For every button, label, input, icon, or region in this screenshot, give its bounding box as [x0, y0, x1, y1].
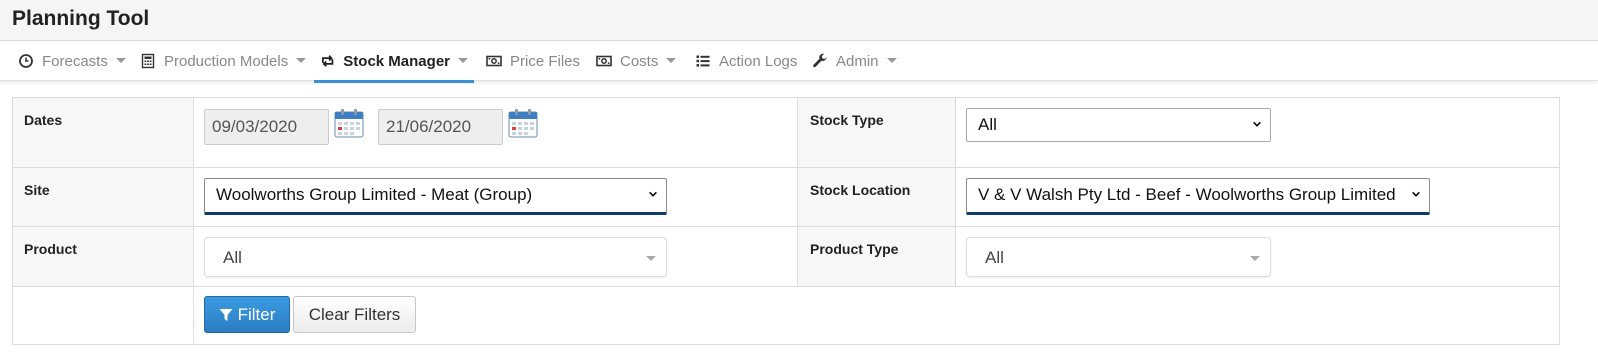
filter-panel: Dates Stock Type All — [12, 97, 1560, 345]
label-cell: Dates — [13, 98, 194, 167]
site-label: Site — [24, 182, 50, 198]
calculator-icon — [141, 53, 155, 69]
label-cell — [13, 287, 194, 344]
label-cell: Product — [13, 227, 194, 286]
stock-location-label: Stock Location — [810, 182, 911, 198]
stock-type-label: Stock Type — [810, 112, 884, 128]
label-cell: Site — [13, 168, 194, 226]
clock-icon — [19, 54, 33, 68]
site-select[interactable]: Woolworths Group Limited - Meat (Group) — [204, 178, 667, 215]
nav-item-admin[interactable]: Admin — [806, 41, 903, 81]
product-value: All — [223, 248, 242, 267]
product-label: Product — [24, 241, 77, 257]
wrench-icon — [813, 53, 827, 68]
product-type-value: All — [985, 248, 1004, 267]
dates-label: Dates — [24, 112, 63, 128]
caret-down-icon — [1250, 256, 1260, 261]
nav-label: Production Models — [164, 52, 289, 70]
nav-item-stock-manager[interactable]: Stock Manager — [314, 41, 474, 83]
nav-item-forecasts[interactable]: Forecasts — [12, 41, 132, 81]
nav-label: Price Files — [510, 52, 581, 70]
filter-row-actions: Filter Clear Filters — [13, 287, 1559, 344]
nav-item-costs[interactable]: Costs — [590, 41, 682, 81]
label-cell: Stock Location — [797, 168, 956, 226]
main-nav: Forecasts Production Models Stock Manage… — [0, 41, 1598, 83]
calendar-icon[interactable] — [334, 108, 364, 138]
stock-type-select[interactable]: All — [966, 108, 1271, 142]
money-icon — [596, 55, 612, 67]
clear-filters-label: Clear Filters — [308, 304, 401, 324]
top-bar: Planning Tool — [0, 0, 1598, 41]
caret-down-icon — [296, 57, 307, 63]
filter-row-site: Site Woolworths Group Limited - Meat (Gr… — [13, 168, 1559, 227]
nav-item-price-files[interactable]: Price Files — [480, 41, 586, 81]
nav-label: Stock Manager — [343, 52, 450, 70]
stock-location-value: V & V Walsh Pty Ltd - Beef - Woolworths … — [978, 185, 1396, 204]
filter-button[interactable]: Filter — [204, 296, 290, 333]
calendar-icon[interactable] — [508, 108, 538, 138]
nav-item-production-models[interactable]: Production Models — [134, 41, 312, 81]
caret-down-icon — [886, 57, 897, 63]
label-cell: Stock Type — [797, 98, 956, 167]
label-cell: Product Type — [797, 227, 956, 286]
site-value: Woolworths Group Limited - Meat (Group) — [216, 185, 533, 204]
product-type-label: Product Type — [810, 241, 899, 257]
nav-label: Action Logs — [719, 52, 798, 70]
app-title: Planning Tool — [12, 7, 150, 30]
nav-label: Forecasts — [42, 52, 108, 70]
caret-down-icon — [458, 57, 468, 63]
date-from-input[interactable] — [204, 109, 329, 145]
filter-icon — [219, 308, 233, 321]
filter-row-dates: Dates Stock Type All — [13, 98, 1559, 168]
filter-button-label: Filter — [237, 304, 276, 324]
clear-filters-button[interactable]: Clear Filters — [293, 296, 416, 333]
caret-down-icon — [646, 256, 656, 261]
nav-item-action-logs[interactable]: Action Logs — [689, 41, 803, 81]
product-type-select[interactable]: All — [966, 237, 1271, 277]
chevron-down-icon — [646, 188, 658, 200]
chevron-down-icon — [1250, 118, 1262, 130]
product-select[interactable]: All — [204, 237, 667, 277]
date-to-input[interactable] — [378, 109, 503, 145]
nav-label: Costs — [620, 52, 659, 70]
list-icon — [696, 55, 710, 67]
stock-location-select[interactable]: V & V Walsh Pty Ltd - Beef - Woolworths … — [966, 178, 1430, 215]
filter-row-product: Product All Product Type All — [13, 227, 1559, 287]
stock-type-value: All — [978, 115, 997, 134]
money-icon — [486, 55, 502, 67]
caret-down-icon — [115, 57, 126, 63]
retweet-icon — [322, 55, 334, 67]
chevron-down-icon — [1409, 188, 1421, 200]
nav-label: Admin — [836, 52, 879, 70]
caret-down-icon — [666, 57, 677, 63]
